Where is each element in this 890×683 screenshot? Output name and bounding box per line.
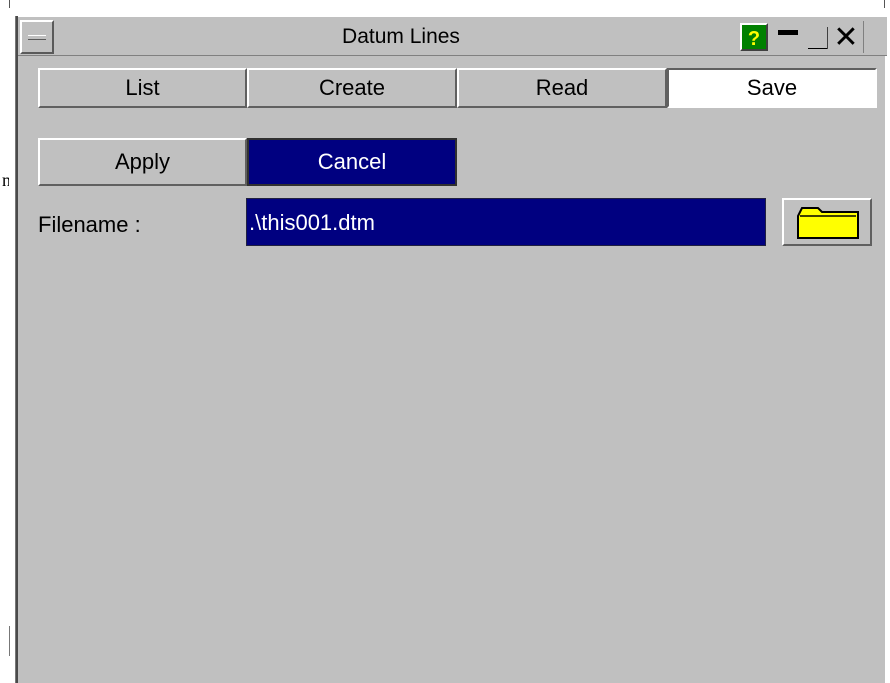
cancel-button[interactable]: Cancel: [247, 138, 457, 186]
minimize-icon[interactable]: [775, 25, 801, 51]
window-title: Datum Lines: [342, 25, 460, 48]
maximize-icon[interactable]: [805, 25, 831, 51]
window-menu-button[interactable]: [20, 20, 54, 54]
filename-field[interactable]: .\this001.dtm: [246, 198, 766, 246]
screen: n Datum Lines ? ✕ List Create Read Save …: [0, 0, 890, 683]
tab-save[interactable]: Save: [667, 68, 877, 108]
help-icon[interactable]: ?: [740, 23, 768, 51]
parent-frame-edge: [9, 0, 885, 8]
filename-label: Filename :: [38, 212, 141, 237]
title-bar[interactable]: Datum Lines ? ✕: [18, 16, 887, 56]
tab-read[interactable]: Read: [457, 68, 667, 108]
tab-list[interactable]: List: [38, 68, 247, 108]
close-icon[interactable]: ✕: [833, 23, 859, 53]
folder-icon: [797, 207, 859, 239]
title-bar-edge: [863, 21, 886, 53]
tab-create[interactable]: Create: [247, 68, 457, 108]
browse-folder-button[interactable]: [782, 198, 872, 246]
window-left-border: [9, 16, 16, 683]
menu-icon: [28, 35, 46, 40]
apply-button[interactable]: Apply: [38, 138, 247, 186]
datum-lines-window: Datum Lines ? ✕ List Create Read Save Ap…: [16, 16, 887, 683]
